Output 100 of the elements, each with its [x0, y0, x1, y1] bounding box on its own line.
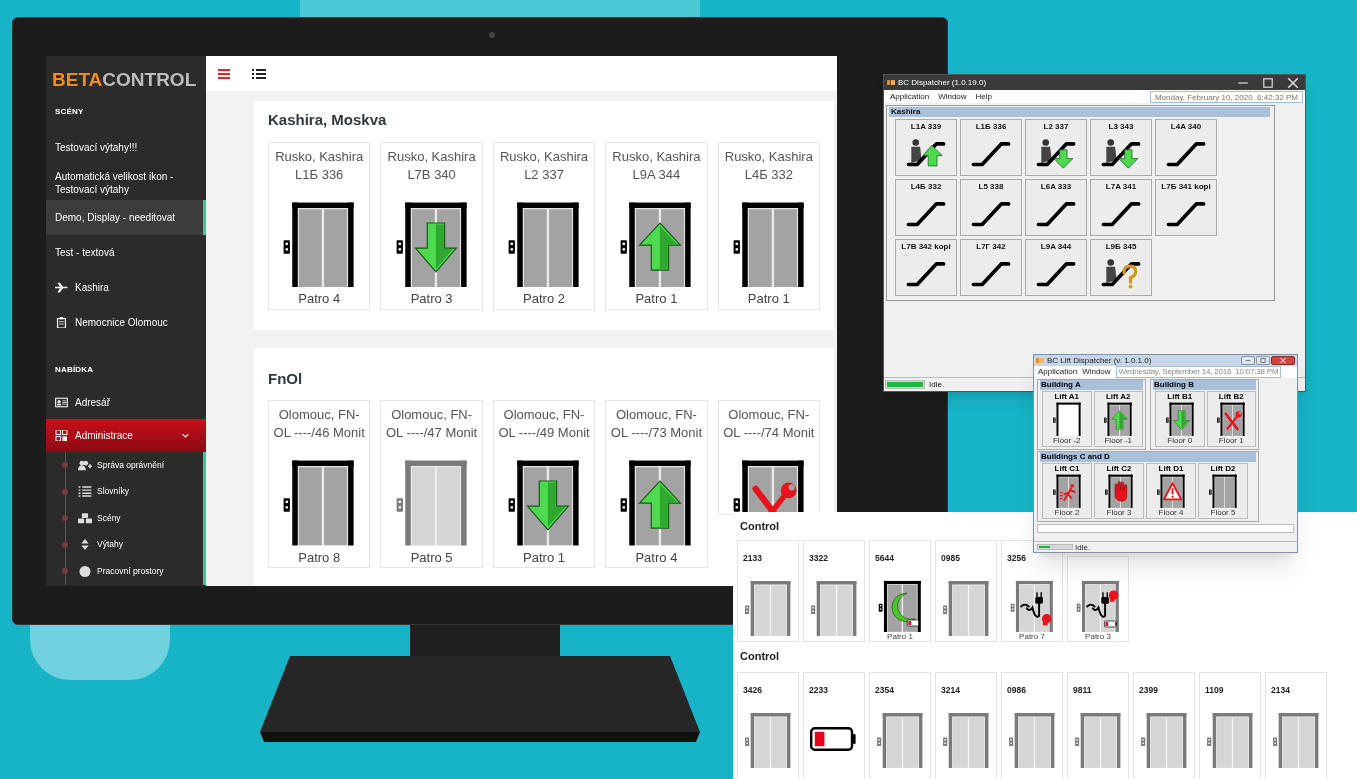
- sidebar-subitem[interactable]: Pracovní prostory: [46, 558, 203, 585]
- escalator-tile[interactable]: L7Г 342: [960, 239, 1022, 296]
- sidebar-subitem[interactable]: Slovníky: [46, 478, 203, 505]
- sidebar-item[interactable]: Demo, Display - needitovat: [46, 200, 206, 235]
- escalator-tile[interactable]: L9Б 345: [1090, 239, 1152, 296]
- escalator-tile[interactable]: L7B 342 kopi: [895, 239, 957, 296]
- lift-tile[interactable]: 2233: [803, 672, 865, 779]
- lift-card[interactable]: Olomouc, FN- OL ----/73 Monit Patro 4: [605, 400, 708, 568]
- lift-tile[interactable]: 2134: [1265, 672, 1327, 779]
- tile-id: 2399: [1139, 685, 1158, 695]
- lift-tile[interactable]: 2133: [737, 539, 799, 642]
- floor-label: Patro 5: [410, 548, 453, 567]
- tile-id: 2134: [1271, 685, 1290, 695]
- menu-item[interactable]: Window: [938, 90, 967, 103]
- menu-item[interactable]: Window: [1082, 366, 1111, 378]
- lift-card[interactable]: Olomouc, FN- OL ----/49 Monit Patro 1: [492, 400, 596, 568]
- lift-tile[interactable]: Lift A1 Floor -2: [1042, 391, 1092, 447]
- lift-tile[interactable]: Patro 3: [1067, 555, 1129, 642]
- tile-id: 0985: [941, 552, 960, 563]
- lift-card[interactable]: Rusko, Kashira L9A 344 Patro 1: [605, 141, 708, 310]
- escalator-tile[interactable]: L7Б 341 kopi: [1155, 179, 1217, 236]
- lift-tile[interactable]: Lift C2 Floor 3: [1094, 463, 1144, 519]
- elevator-warning-icon: [1157, 474, 1185, 508]
- lift-card[interactable]: Rusko, Kashira L4Б 332 Patro 1: [717, 141, 821, 310]
- circle-icon: [78, 565, 92, 577]
- lift-tile[interactable]: Lift B2 Floor 1: [1206, 391, 1256, 447]
- lift-card[interactable]: Olomouc, FN- OL ----/74 Monit: [717, 400, 821, 515]
- sidebar-item[interactable]: Administrace: [46, 419, 206, 452]
- escalator-tile[interactable]: L4A 340: [1155, 119, 1217, 176]
- lift-card[interactable]: Rusko, Kashira L2 337 Patro 2: [492, 141, 596, 310]
- close-icon[interactable]: [1271, 356, 1295, 365]
- cubes-icon: [78, 512, 92, 524]
- lift-card[interactable]: Rusko, Kashira L1Б 336 Patro 4: [268, 141, 371, 310]
- lift-tile[interactable]: 9811: [1067, 672, 1129, 779]
- maximize-icon[interactable]: [1256, 356, 1270, 365]
- escalator-tile[interactable]: L9A 344: [1025, 239, 1087, 296]
- elevator-icon: [745, 579, 791, 636]
- logo-text: BETA: [52, 70, 103, 90]
- lift-name: Rusko, Kashira L9A 344: [612, 147, 701, 184]
- lift-tile[interactable]: Lift D1 Floor 4: [1146, 463, 1196, 519]
- status-text: Idle.: [929, 378, 945, 391]
- escalator-tile[interactable]: L7A 341: [1090, 179, 1152, 236]
- floor-label: Floor 5: [1210, 508, 1236, 517]
- sidebar-item[interactable]: Test - textová: [46, 235, 206, 270]
- tile-id: 5644: [875, 552, 894, 563]
- lift-tile[interactable]: 0985: [935, 539, 997, 642]
- escalator-tile[interactable]: L5 338: [960, 179, 1022, 236]
- lift-tile[interactable]: Lift D2 Floor 5: [1198, 463, 1248, 519]
- sidebar-subitem[interactable]: Výtahy: [46, 531, 203, 558]
- lift-name: Rusko, Kashira L4Б 332: [724, 147, 813, 184]
- escalator-tile[interactable]: L2 337: [1025, 119, 1087, 176]
- floor-label: Patro 8: [298, 548, 341, 567]
- escalator-tile[interactable]: L1Б 336: [960, 119, 1022, 176]
- sidebar-item[interactable]: Nemocnice Olomouc: [46, 305, 206, 340]
- lift-tile[interactable]: 5644 Patro 1: [869, 539, 931, 642]
- lift-tile[interactable]: 3322: [803, 539, 865, 642]
- floor-label: Patro 4: [635, 548, 678, 567]
- escalator-tile[interactable]: L6A 333: [1025, 179, 1087, 236]
- lift-tile[interactable]: Lift A2 Floor -1: [1093, 391, 1143, 447]
- tile-id: 1109: [1205, 685, 1224, 695]
- tile-label: Lift D2: [1210, 464, 1236, 473]
- lift-tile[interactable]: 3256 Patro 7: [1001, 539, 1063, 642]
- elevator-running-figure-icon: [1053, 474, 1081, 508]
- lift-name: Olomouc, FN- OL ----/73 Monit: [610, 406, 703, 442]
- escalator-tile[interactable]: L4Б 332: [895, 179, 957, 236]
- menu-item[interactable]: Help: [975, 90, 993, 103]
- lift-card[interactable]: Olomouc, FN- OL ----/46 Monit Patro 8: [268, 400, 371, 568]
- escalator-tile[interactable]: L3 343: [1090, 119, 1152, 176]
- floor-label: Patro 3: [410, 290, 453, 308]
- tile-id: 0986: [1007, 685, 1026, 695]
- lift-tile[interactable]: Lift C1 Floor 2: [1042, 463, 1092, 519]
- tile-label: L2 337: [1043, 121, 1069, 132]
- escalator-tile[interactable]: L1A 339: [895, 119, 957, 176]
- sidebar-item[interactable]: Automatická velikost ikon - Testovací výtahy: [46, 165, 206, 200]
- lift-card[interactable]: Olomouc, FN- OL ----/47 Monit Patro 5: [380, 400, 483, 568]
- floor-label: Floor 0: [1167, 436, 1193, 445]
- menu-item[interactable]: Application: [890, 90, 930, 103]
- sidebar-item[interactable]: Kashira: [46, 270, 206, 305]
- lift-tile[interactable]: Lift B1 Floor 0: [1155, 391, 1205, 447]
- lift-tile[interactable]: 2354: [869, 672, 931, 779]
- minimize-icon[interactable]: [1241, 356, 1255, 365]
- status-text: Idle.: [1075, 542, 1091, 552]
- lift-tile[interactable]: 0986: [1001, 672, 1063, 779]
- lift-tile[interactable]: 2399: [1133, 672, 1195, 779]
- elevator-moon-battery-icon: [877, 579, 923, 632]
- tile-label: L4A 340: [1170, 121, 1202, 132]
- lift-tile[interactable]: 1109: [1199, 672, 1261, 779]
- lift-card[interactable]: Rusko, Kashira L7B 340 Patro 3: [380, 141, 483, 310]
- list-icon[interactable]: [252, 68, 266, 79]
- menu-item[interactable]: Application: [1038, 366, 1078, 378]
- sidebar-subitem[interactable]: Správa oprávnění: [46, 452, 203, 479]
- lift-tile[interactable]: 3214: [935, 672, 997, 779]
- lift-name: Rusko, Kashira L2 337: [499, 147, 589, 184]
- sidebar-item[interactable]: Adresář: [46, 386, 206, 419]
- sidebar-subitem[interactable]: Scény: [46, 505, 203, 532]
- lift-tile[interactable]: 3426: [737, 672, 799, 779]
- menu-icon[interactable]: [218, 68, 230, 79]
- elevator-tools-icon: [1217, 402, 1246, 436]
- sidebar-item[interactable]: Testovací výtahy!!!: [46, 130, 206, 165]
- logo-text: CONTROL: [102, 70, 197, 90]
